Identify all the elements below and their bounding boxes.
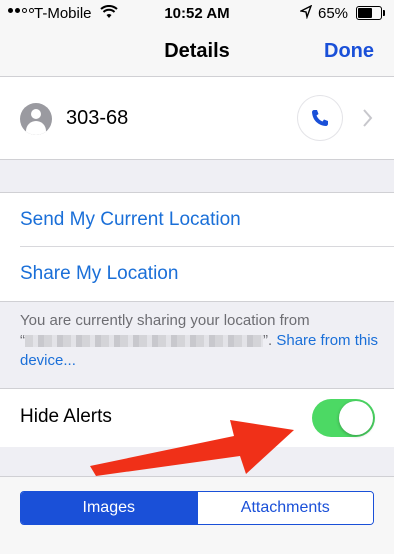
share-location-button[interactable]: Share My Location [20,263,178,285]
note-text: You are currently sharing your location … [20,312,310,329]
tab-attachments[interactable]: Attachments [196,492,373,524]
nav-bar: Details Done [0,28,394,77]
avatar-icon [20,103,52,135]
annotation-arrow-icon [90,420,294,476]
battery-percent: 65% [318,5,349,22]
section-spacer [0,160,394,193]
phone-icon [312,110,328,126]
contact-name: 303-68 [66,107,129,129]
toggle-knob [339,401,373,435]
location-arrow-icon [300,5,312,19]
status-bar: T-Mobile 10:52 AM 65% [0,0,394,28]
sharing-note: You are currently sharing your location … [0,301,394,389]
share-location-row[interactable]: Share My Location [0,247,394,301]
segmented-control: Images Attachments [20,491,374,525]
redacted-device-name [25,335,263,348]
contact-row[interactable]: 303-68 [0,77,394,160]
call-button[interactable] [298,96,342,140]
done-button[interactable]: Done [324,40,374,63]
tab-images[interactable]: Images [21,492,197,524]
segment-area: Images Attachments [0,477,394,554]
send-location-button[interactable]: Send My Current Location [20,209,241,231]
battery-icon [356,6,385,20]
location-actions: Send My Current Location Share My Locati… [0,193,394,301]
send-location-row[interactable]: Send My Current Location [0,193,394,247]
chevron-right-icon[interactable] [363,109,373,127]
hide-alerts-toggle[interactable] [312,399,375,437]
